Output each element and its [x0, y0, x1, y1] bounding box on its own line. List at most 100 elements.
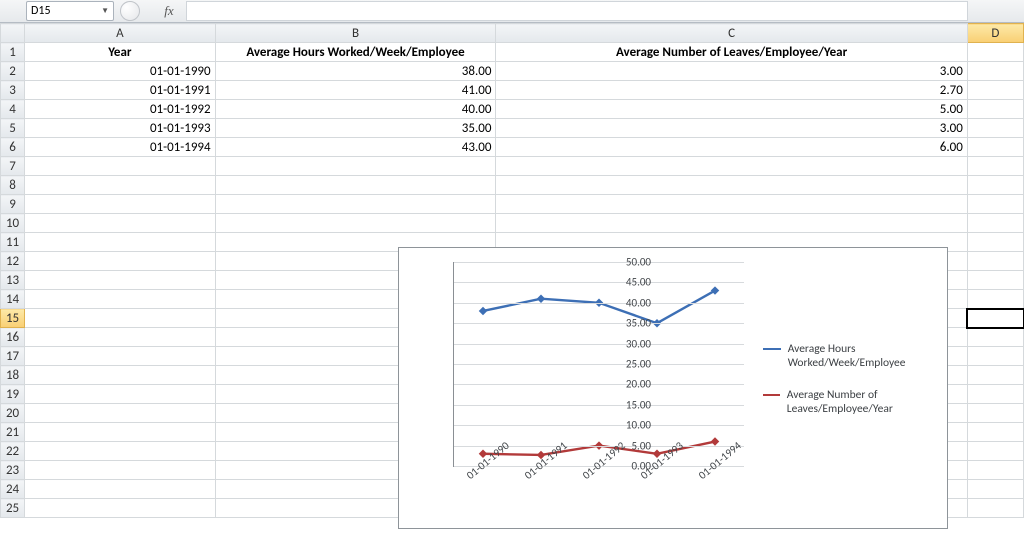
row-header-10[interactable]: 10: [1, 214, 25, 233]
cell-C2[interactable]: 3.00: [496, 62, 967, 81]
cell-A10[interactable]: [25, 214, 216, 233]
cell-C9[interactable]: [496, 195, 967, 214]
row-header-4[interactable]: 4: [1, 100, 25, 119]
cell-A7[interactable]: [25, 157, 216, 176]
cell-A25[interactable]: [25, 499, 216, 518]
cell-C8[interactable]: [496, 176, 967, 195]
cell-A12[interactable]: [25, 252, 216, 271]
cell-C5[interactable]: 3.00: [496, 119, 967, 138]
cell-B7[interactable]: [215, 157, 496, 176]
cell-A3[interactable]: 01-01-1991: [25, 81, 216, 100]
cell-A5[interactable]: 01-01-1993: [25, 119, 216, 138]
cell-A19[interactable]: [25, 385, 216, 404]
cell-B4[interactable]: 40.00: [215, 100, 496, 119]
row-header-6[interactable]: 6: [1, 138, 25, 157]
cell-B1[interactable]: Average Hours Worked/Week/Employee: [215, 43, 496, 62]
cell-A2[interactable]: 01-01-1990: [25, 62, 216, 81]
cell-A6[interactable]: 01-01-1994: [25, 138, 216, 157]
cell-D20[interactable]: [967, 404, 1023, 423]
cell-A24[interactable]: [25, 480, 216, 499]
cell-A14[interactable]: [25, 290, 216, 309]
cell-D10[interactable]: [967, 214, 1023, 233]
cell-A23[interactable]: [25, 461, 216, 480]
cell-D6[interactable]: [967, 138, 1023, 157]
cell-D22[interactable]: [967, 442, 1023, 461]
cell-D1[interactable]: [967, 43, 1023, 62]
col-header-D[interactable]: D: [967, 24, 1023, 43]
cell-A9[interactable]: [25, 195, 216, 214]
row-header-21[interactable]: 21: [1, 423, 25, 442]
cell-D8[interactable]: [967, 176, 1023, 195]
row-header-11[interactable]: 11: [1, 233, 25, 252]
cell-D5[interactable]: [967, 119, 1023, 138]
cell-B6[interactable]: 43.00: [215, 138, 496, 157]
cell-A22[interactable]: [25, 442, 216, 461]
cell-D4[interactable]: [967, 100, 1023, 119]
cell-B3[interactable]: 41.00: [215, 81, 496, 100]
cell-B2[interactable]: 38.00: [215, 62, 496, 81]
cell-D7[interactable]: [967, 157, 1023, 176]
row-header-3[interactable]: 3: [1, 81, 25, 100]
chart[interactable]: Average Hours Worked/Week/Employee Avera…: [398, 247, 948, 529]
cell-A15[interactable]: [25, 309, 216, 328]
cell-B10[interactable]: [215, 214, 496, 233]
row-header-8[interactable]: 8: [1, 176, 25, 195]
col-header-C[interactable]: C: [496, 24, 967, 43]
cell-B8[interactable]: [215, 176, 496, 195]
cell-D18[interactable]: [967, 366, 1023, 385]
cell-D12[interactable]: [967, 252, 1023, 271]
cell-D15[interactable]: [967, 309, 1023, 328]
row-header-7[interactable]: 7: [1, 157, 25, 176]
select-all-corner[interactable]: [1, 24, 25, 43]
cell-B9[interactable]: [215, 195, 496, 214]
cell-C6[interactable]: 6.00: [496, 138, 967, 157]
cell-A18[interactable]: [25, 366, 216, 385]
fx-icon[interactable]: fx: [158, 3, 180, 19]
cell-D19[interactable]: [967, 385, 1023, 404]
row-header-16[interactable]: 16: [1, 328, 25, 347]
cell-D13[interactable]: [967, 271, 1023, 290]
col-header-B[interactable]: B: [215, 24, 496, 43]
cell-D3[interactable]: [967, 81, 1023, 100]
row-header-12[interactable]: 12: [1, 252, 25, 271]
cell-D23[interactable]: [967, 461, 1023, 480]
cell-B5[interactable]: 35.00: [215, 119, 496, 138]
row-header-14[interactable]: 14: [1, 290, 25, 309]
cell-D21[interactable]: [967, 423, 1023, 442]
row-header-2[interactable]: 2: [1, 62, 25, 81]
cell-D25[interactable]: [967, 499, 1023, 518]
cell-C1[interactable]: Average Number of Leaves/Employee/Year: [496, 43, 967, 62]
name-box-dropdown-icon[interactable]: ▼: [101, 6, 109, 16]
row-header-9[interactable]: 9: [1, 195, 25, 214]
cell-D11[interactable]: [967, 233, 1023, 252]
cell-C4[interactable]: 5.00: [496, 100, 967, 119]
formula-input[interactable]: [186, 1, 968, 21]
cell-A16[interactable]: [25, 328, 216, 347]
cell-D2[interactable]: [967, 62, 1023, 81]
row-header-20[interactable]: 20: [1, 404, 25, 423]
row-header-17[interactable]: 17: [1, 347, 25, 366]
row-header-22[interactable]: 22: [1, 442, 25, 461]
cell-A1[interactable]: Year: [25, 43, 216, 62]
cell-D17[interactable]: [967, 347, 1023, 366]
cell-C7[interactable]: [496, 157, 967, 176]
row-header-25[interactable]: 25: [1, 499, 25, 518]
cell-A11[interactable]: [25, 233, 216, 252]
cell-D9[interactable]: [967, 195, 1023, 214]
worksheet[interactable]: A B C D 1YearAverage Hours Worked/Week/E…: [0, 23, 1024, 536]
cancel-icon[interactable]: [120, 1, 140, 21]
cell-C10[interactable]: [496, 214, 967, 233]
col-header-A[interactable]: A: [25, 24, 216, 43]
row-header-1[interactable]: 1: [1, 43, 25, 62]
row-header-23[interactable]: 23: [1, 461, 25, 480]
name-box[interactable]: D15 ▼: [26, 1, 114, 21]
cell-A4[interactable]: 01-01-1992: [25, 100, 216, 119]
cell-D24[interactable]: [967, 480, 1023, 499]
row-header-13[interactable]: 13: [1, 271, 25, 290]
row-header-19[interactable]: 19: [1, 385, 25, 404]
cell-A8[interactable]: [25, 176, 216, 195]
cell-A20[interactable]: [25, 404, 216, 423]
row-header-15[interactable]: 15: [1, 309, 25, 328]
row-header-5[interactable]: 5: [1, 119, 25, 138]
row-header-18[interactable]: 18: [1, 366, 25, 385]
